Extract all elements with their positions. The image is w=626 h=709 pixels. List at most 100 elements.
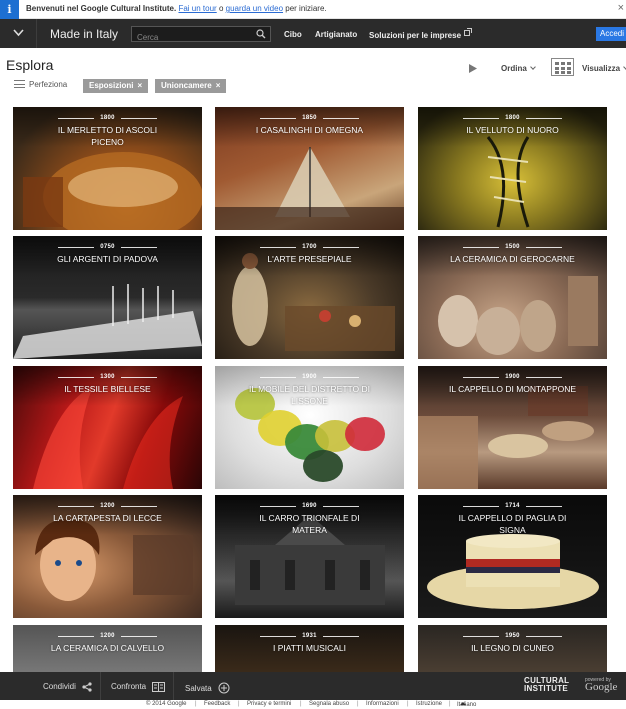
info-bar: i Benvenuti nel Google Cultural Institut… (0, 0, 626, 23)
cultural-institute-logo[interactable]: CULTURAL INSTITUTE (524, 677, 569, 693)
tile-year: 1690 (302, 503, 317, 509)
tour-link[interactable]: Fai un tour (178, 4, 216, 13)
footer-link-education[interactable]: Istruzione (416, 701, 442, 707)
info-suffix: per iniziare. (285, 4, 327, 13)
nav-link-soluzioni-label: Soluzioni per le imprese (369, 31, 462, 40)
footer: © 2014 Google | Feedback | Privacy e ter… (0, 700, 626, 709)
menu-toggle-button[interactable] (0, 19, 37, 48)
tile-title: I piatti musicali (272, 643, 347, 653)
search-icon[interactable] (256, 29, 266, 39)
share-icon (82, 682, 92, 692)
info-message: Benvenuti nel Google Cultural Institute.… (26, 4, 327, 13)
view-label: Visualizza (582, 64, 621, 73)
filter-chip-unioncamere[interactable]: Unioncamere × (155, 79, 227, 93)
saved-button[interactable]: Salvata (174, 672, 240, 700)
tile-year: 0750 (100, 244, 115, 250)
tile-year: 1850 (302, 115, 317, 121)
exhibition-tile[interactable]: 1931 I piatti musicali (215, 625, 404, 672)
caret-up-icon (460, 702, 466, 705)
compare-label: Confronta (111, 682, 147, 691)
tile-title: Il velluto di Nuoro (466, 125, 559, 135)
grid-view-icon[interactable] (551, 58, 574, 76)
tile-year: 1800 (505, 115, 520, 121)
tile-year: 1700 (302, 244, 317, 250)
remove-filter-icon[interactable]: × (216, 81, 221, 90)
compare-icon (152, 682, 166, 692)
video-link[interactable]: guarda un video (226, 4, 283, 13)
tile-title: Il cappello di Montappone (448, 384, 577, 394)
footer-link-privacy[interactable]: Privacy e termini (247, 701, 291, 707)
play-icon[interactable] (468, 63, 478, 74)
nav-link-artigianato[interactable]: Artigianato (315, 30, 357, 39)
filter-chip-esposizioni[interactable]: Esposizioni × (83, 79, 149, 93)
exhibition-tile[interactable]: 1950 Il legno di Cuneo (418, 625, 607, 672)
compare-button[interactable]: Confronta (101, 672, 174, 700)
powered-by-google: powered by Google (585, 677, 618, 693)
exhibition-tile[interactable]: 1850 I casalinghi di Omegna (215, 107, 404, 230)
sort-label: Ordina (501, 64, 527, 73)
info-icon: i (0, 0, 19, 23)
exhibition-tile[interactable]: 1900 Il mobile del distretto di Lissone (215, 366, 404, 489)
tile-title: La cartapesta di Lecce (53, 513, 162, 523)
saved-label: Salvata (185, 684, 212, 693)
tile-title: La ceramica di Calvello (50, 643, 165, 653)
exhibition-tile[interactable]: 1800 Il velluto di Nuoro (418, 107, 607, 230)
external-link-icon (464, 28, 473, 36)
tile-year: 1900 (505, 374, 520, 380)
footer-link-about[interactable]: Informazioni (366, 701, 399, 707)
signin-button[interactable]: Accedi (596, 27, 626, 41)
exhibition-tile[interactable]: 1700 L'arte presepiale (215, 236, 404, 359)
exhibition-tile[interactable]: 1500 La ceramica di Gerocarne (418, 236, 607, 359)
refine-label: Perfeziona (29, 80, 68, 89)
exhibition-tile[interactable]: 0750 Gli argenti di Padova (13, 236, 202, 359)
tile-year: 1931 (302, 633, 317, 639)
tile-title: Il carro trionfale di Matera (259, 513, 360, 535)
footer-link-feedback[interactable]: Feedback (204, 701, 230, 707)
sort-dropdown[interactable]: Ordina (501, 64, 536, 73)
close-icon[interactable]: × (618, 2, 624, 14)
nav-link-cibo[interactable]: Cibo (284, 30, 302, 39)
tile-title: Il merletto di Ascoli Piceno (57, 125, 158, 147)
filter-chip-label: Esposizioni (89, 81, 134, 90)
tile-year: 1300 (100, 374, 115, 380)
exhibition-tile[interactable]: 1690 Il carro trionfale di Matera (215, 495, 404, 618)
footer-link-report-abuse[interactable]: Segnala abuso (309, 701, 349, 707)
tile-title: Il cappello di paglia di Signa (458, 513, 567, 535)
tile-title: L'arte presepiale (267, 254, 352, 264)
copyright-text: © 2014 Google (146, 701, 187, 707)
tile-year: 1200 (100, 503, 115, 509)
add-icon (218, 682, 230, 694)
exhibition-tile[interactable]: 1200 La ceramica di Calvello (13, 625, 202, 672)
tile-title: Il mobile del distretto di Lissone (248, 384, 371, 406)
remove-filter-icon[interactable]: × (137, 81, 142, 90)
tile-title: Il legno di Cuneo (471, 643, 554, 653)
share-button[interactable]: Condividi (0, 672, 101, 700)
google-logo: Google (585, 681, 618, 693)
tile-year: 1950 (505, 633, 520, 639)
welcome-text: Benvenuti nel Google Cultural Institute. (26, 4, 177, 13)
exhibition-tile[interactable]: 1900 Il cappello di Montappone (418, 366, 607, 489)
search-input[interactable] (132, 30, 250, 45)
refine-button[interactable]: Perfeziona (14, 80, 67, 89)
chevron-down-icon (529, 64, 536, 70)
exhibition-tile[interactable]: 1800 Il merletto di Ascoli Piceno (13, 107, 202, 230)
tile-year: 1500 (505, 244, 520, 250)
nav-link-soluzioni[interactable]: Soluzioni per le imprese (369, 28, 473, 40)
exhibition-tile[interactable]: 1300 Il tessile biellese (13, 366, 202, 489)
search-box (131, 26, 271, 45)
site-title[interactable]: Made in Italy (50, 27, 118, 41)
logo-line2: INSTITUTE (524, 684, 569, 693)
top-nav: Made in Italy Cibo Artigianato Soluzioni… (0, 19, 626, 48)
or-text: o (218, 4, 224, 13)
tile-title: Gli argenti di Padova (57, 254, 158, 264)
chevron-down-icon (13, 29, 24, 37)
tile-title: I casalinghi di Omegna (255, 125, 364, 135)
exhibition-tile[interactable]: 1714 Il cappello di paglia di Signa (418, 495, 607, 618)
bottom-action-bar: Condividi Confronta Salvata CULTURAL INS… (0, 672, 626, 700)
tile-title: Il tessile biellese (64, 384, 151, 394)
share-label: Condividi (43, 682, 76, 691)
exhibition-tile[interactable]: 1200 La cartapesta di Lecce (13, 495, 202, 618)
menu-icon (14, 80, 25, 88)
tile-year: 1714 (505, 503, 520, 509)
view-dropdown[interactable]: Visualizza (582, 64, 626, 73)
